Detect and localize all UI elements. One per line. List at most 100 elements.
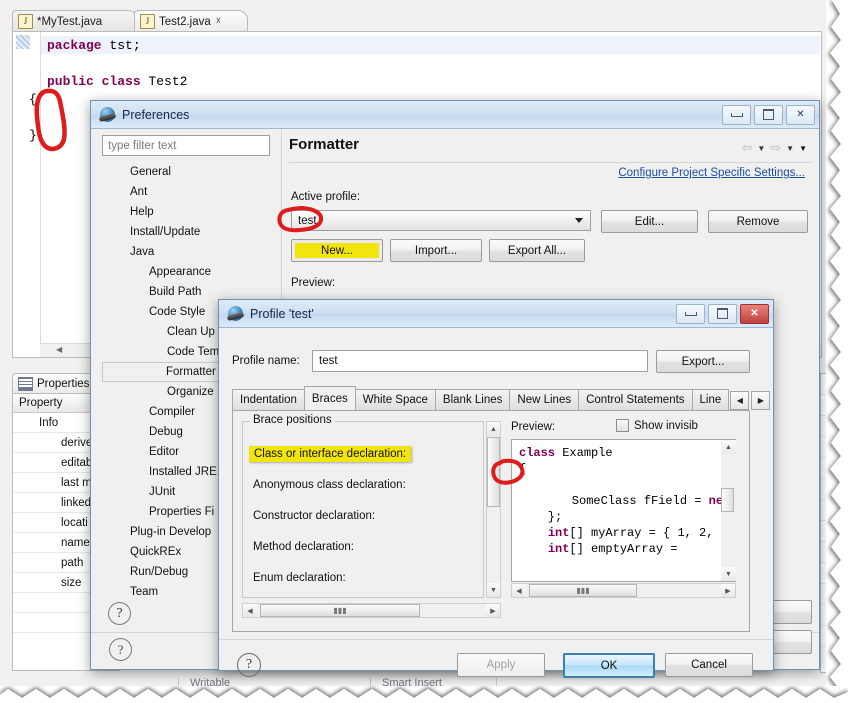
export-button[interactable]: Export... (656, 350, 750, 373)
window-buttons: ✕ (676, 303, 769, 324)
preview-line-1: class Example (519, 446, 613, 460)
tab-strip-trailer (246, 10, 288, 33)
scroll-down-icon[interactable]: ▼ (721, 567, 736, 581)
preview-line-4: SomeClass fField = new (543, 494, 731, 508)
show-invisible-checkbox[interactable] (616, 419, 629, 432)
tab-scroll-right-icon[interactable]: ▶ (751, 391, 771, 410)
active-profile-combo[interactable]: test (291, 210, 591, 231)
new-profile-button[interactable]: New... (291, 239, 383, 262)
maximize-button[interactable] (754, 104, 783, 125)
maximize-button[interactable] (708, 303, 737, 324)
editor-tab-mytest[interactable]: J *MyTest.java (12, 10, 138, 32)
show-invisible-label: Show invisib (634, 419, 698, 432)
tree-item-ant[interactable]: Ant (102, 182, 270, 202)
screenshot-root: J *MyTest.java J Test2.java ☓ package ts… (0, 0, 848, 703)
scroll-thumb[interactable] (487, 437, 500, 507)
profile-help-button[interactable]: ? (237, 653, 261, 677)
tab-new-lines[interactable]: New Lines (509, 389, 580, 410)
minimize-button[interactable] (722, 104, 751, 125)
brace-option-enum[interactable]: Enum declaration: (253, 572, 346, 584)
code-line-open-brace: { (29, 92, 37, 107)
preferences-help-button[interactable]: ? (108, 602, 131, 625)
tree-item-java[interactable]: Java (102, 242, 270, 262)
import-button[interactable]: Import... (390, 239, 482, 262)
brace-options-hscrollbar[interactable]: ◀ ▮▮▮ ▶ (242, 603, 501, 618)
chevron-down-icon[interactable] (575, 218, 583, 223)
preferences-titlebar[interactable]: Preferences ✕ (91, 101, 819, 129)
profile-name-input[interactable]: test (312, 350, 648, 372)
preview-code-box[interactable]: class Example { SomeClass fField = new }… (511, 439, 736, 582)
brace-options-vscrollbar[interactable]: ▲ ▼ (486, 421, 501, 598)
scroll-right-icon[interactable]: ▶ (721, 584, 735, 597)
forward-arrow-icon[interactable]: ⇨ (770, 140, 781, 156)
close-icon[interactable]: ☓ (216, 16, 221, 27)
brace-positions-group: Brace positions Class or interface decla… (242, 414, 484, 598)
properties-icon (18, 376, 33, 391)
profile-dialog[interactable]: Profile 'test' ✕ Profile name: test Expo… (218, 299, 774, 678)
configure-project-settings-link[interactable]: Configure Project Specific Settings... (618, 167, 805, 179)
scroll-right-icon[interactable]: ▶ (486, 604, 500, 617)
profile-titlebar[interactable]: Profile 'test' ✕ (219, 300, 773, 328)
minimize-button[interactable] (676, 303, 705, 324)
preview-line-6: int[] myArray = { 1, 2, (547, 526, 714, 540)
preview-vscrollbar[interactable]: ▲ ▼ (721, 440, 736, 581)
export-all-button[interactable]: Export All... (489, 239, 585, 262)
page-nav-arrows[interactable]: ⇦ ▼ ⇨ ▼ ▼ (741, 140, 807, 156)
brace-option-constructor[interactable]: Constructor declaration: (253, 510, 375, 522)
brace-option-method[interactable]: Method declaration: (253, 541, 354, 553)
chevron-down-icon[interactable]: ▼ (757, 144, 765, 153)
scroll-left-icon[interactable]: ◀ (243, 604, 257, 617)
scroll-thumb[interactable]: ▮▮▮ (529, 584, 637, 597)
edit-button[interactable]: Edit... (601, 210, 698, 233)
window-buttons: ✕ (722, 104, 815, 125)
preview-hscrollbar[interactable]: ◀ ▮▮▮ ▶ (511, 583, 736, 598)
tree-item-general[interactable]: General (102, 162, 270, 182)
tab-control-statements[interactable]: Control Statements (578, 389, 693, 410)
preview-line-7: int[] emptyArray = (547, 542, 685, 556)
scroll-up-icon[interactable]: ▲ (721, 440, 736, 454)
braces-tab-page: Brace positions Class or interface decla… (232, 410, 750, 632)
scroll-left-icon[interactable]: ◀ (512, 584, 526, 597)
tab-scroll-left-icon[interactable]: ◀ (730, 391, 750, 410)
close-button[interactable]: ✕ (740, 303, 769, 324)
tab-line[interactable]: Line (691, 389, 730, 410)
brace-option-class-or-interface[interactable]: Class or interface declaration: (249, 446, 412, 462)
tab-braces[interactable]: Braces (303, 386, 356, 410)
tab-blank-lines[interactable]: Blank Lines (434, 389, 511, 410)
tree-item-appearance[interactable]: Appearance (102, 262, 270, 282)
eclipse-icon (228, 306, 243, 321)
scroll-thumb[interactable] (721, 488, 734, 512)
tree-item-help[interactable]: Help (102, 202, 270, 222)
tab-indentation[interactable]: Indentation (232, 389, 305, 410)
active-profile-value: test (298, 214, 317, 227)
page-title: Formatter (289, 136, 360, 153)
page-title-rule (289, 162, 811, 163)
scroll-up-icon[interactable]: ▲ (487, 422, 500, 436)
java-file-icon: J (18, 14, 33, 29)
cancel-button[interactable]: Cancel (665, 653, 753, 677)
tree-item-install-update[interactable]: Install/Update (102, 222, 270, 242)
profile-dialog-body: Profile name: test Export... Indentation… (219, 328, 773, 678)
eclipse-icon (100, 107, 115, 122)
editor-tab-bar: J *MyTest.java J Test2.java ☓ (12, 10, 822, 33)
chevron-left-icon[interactable]: ◀ (56, 345, 62, 354)
show-invisible-checkbox-row[interactable]: Show invisib (616, 419, 698, 432)
tab-white-space[interactable]: White Space (354, 389, 436, 410)
filter-input[interactable]: type filter text (102, 135, 270, 156)
menu-chevron-icon[interactable]: ▼ (799, 144, 807, 153)
scroll-down-icon[interactable]: ▼ (487, 583, 500, 597)
brace-option-anonymous-class[interactable]: Anonymous class declaration: (253, 479, 406, 491)
back-arrow-icon[interactable]: ⇦ (741, 140, 752, 156)
chevron-down-icon[interactable]: ▼ (786, 144, 794, 153)
torn-edge-bottom (0, 686, 848, 703)
preview-label: Preview: (291, 277, 336, 289)
group-legend: Brace positions (250, 414, 335, 426)
remove-button[interactable]: Remove (708, 210, 808, 233)
close-button[interactable]: ✕ (786, 104, 815, 125)
ok-button[interactable]: OK (563, 653, 655, 678)
apply-button[interactable]: Apply (457, 653, 545, 677)
help-icon[interactable]: ? (109, 638, 132, 661)
current-line-highlight (41, 36, 820, 54)
scroll-thumb[interactable]: ▮▮▮ (260, 604, 420, 617)
editor-tab-test2[interactable]: J Test2.java ☓ (134, 10, 248, 32)
